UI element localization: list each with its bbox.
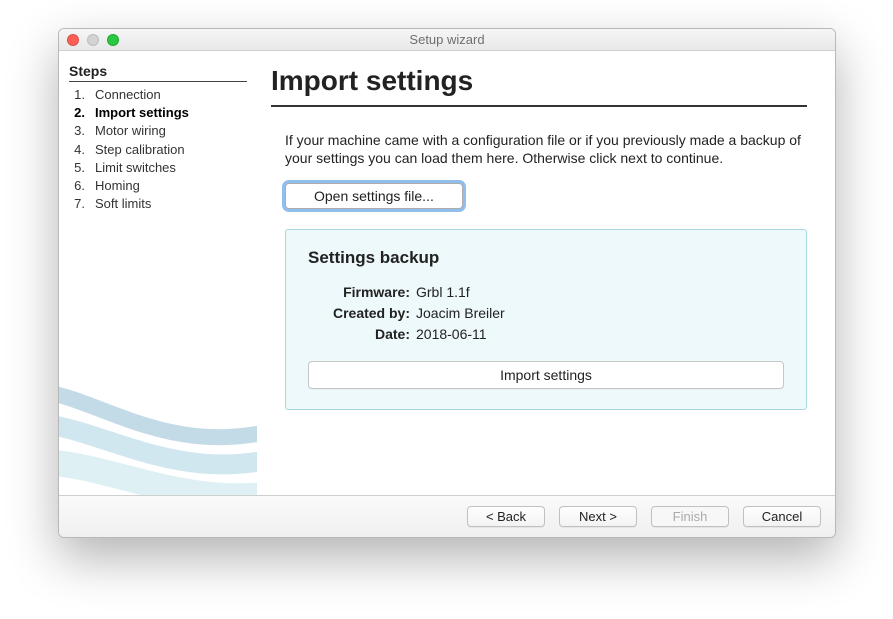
step-label: Limit switches [95, 159, 176, 177]
page-title: Import settings [271, 65, 807, 107]
step-item: 6. Homing [71, 177, 247, 195]
backup-details: Firmware: Grbl 1.1f Created by: Joacim B… [324, 282, 784, 345]
firmware-value: Grbl 1.1f [416, 282, 470, 303]
step-label: Step calibration [95, 141, 185, 159]
step-number: 7. [71, 195, 85, 213]
decorative-wave [59, 355, 257, 495]
backup-row-created-by: Created by: Joacim Breiler [324, 303, 784, 324]
next-button[interactable]: Next > [559, 506, 637, 527]
created-by-label: Created by: [324, 303, 416, 324]
window-title: Setup wizard [59, 32, 835, 47]
cancel-button[interactable]: Cancel [743, 506, 821, 527]
step-number: 6. [71, 177, 85, 195]
backup-heading: Settings backup [308, 248, 784, 268]
wizard-window: Setup wizard Steps 1. Connection 2. Import … [58, 28, 836, 538]
wizard-nav-bar: < Back Next > Finish Cancel [59, 495, 835, 537]
content-area: Steps 1. Connection 2. Import settings 3. Mot… [59, 51, 835, 495]
step-number: 2. [71, 104, 85, 122]
step-item: 2. Import settings [71, 104, 247, 122]
step-item: 3. Motor wiring [71, 122, 247, 140]
backup-row-firmware: Firmware: Grbl 1.1f [324, 282, 784, 303]
step-number: 4. [71, 141, 85, 159]
zoom-icon[interactable] [107, 34, 119, 46]
step-label: Motor wiring [95, 122, 166, 140]
steps-list: 1. Connection 2. Import settings 3. Motor wir… [69, 86, 247, 213]
step-label: Connection [95, 86, 161, 104]
steps-heading: Steps [69, 63, 247, 82]
finish-button: Finish [651, 506, 729, 527]
date-label: Date: [324, 324, 416, 345]
steps-sidebar: Steps 1. Connection 2. Import settings 3. Mot… [59, 51, 257, 495]
main-panel: Import settings If your machine came wit… [257, 51, 835, 495]
date-value: 2018-06-11 [416, 324, 487, 345]
step-item: 1. Connection [71, 86, 247, 104]
step-item: 4. Step calibration [71, 141, 247, 159]
intro-text: If your machine came with a configuratio… [271, 131, 807, 167]
step-label: Import settings [95, 104, 189, 122]
minimize-icon [87, 34, 99, 46]
step-item: 7. Soft limits [71, 195, 247, 213]
titlebar: Setup wizard [59, 29, 835, 51]
step-label: Homing [95, 177, 140, 195]
step-label: Soft limits [95, 195, 151, 213]
window-controls [67, 34, 119, 46]
back-button[interactable]: < Back [467, 506, 545, 527]
created-by-value: Joacim Breiler [416, 303, 505, 324]
open-settings-file-button[interactable]: Open settings file... [285, 183, 463, 209]
firmware-label: Firmware: [324, 282, 416, 303]
close-icon[interactable] [67, 34, 79, 46]
step-number: 5. [71, 159, 85, 177]
step-number: 3. [71, 122, 85, 140]
settings-backup-panel: Settings backup Firmware: Grbl 1.1f Crea… [285, 229, 807, 410]
step-number: 1. [71, 86, 85, 104]
step-item: 5. Limit switches [71, 159, 247, 177]
backup-row-date: Date: 2018-06-11 [324, 324, 784, 345]
import-settings-button[interactable]: Import settings [308, 361, 784, 389]
